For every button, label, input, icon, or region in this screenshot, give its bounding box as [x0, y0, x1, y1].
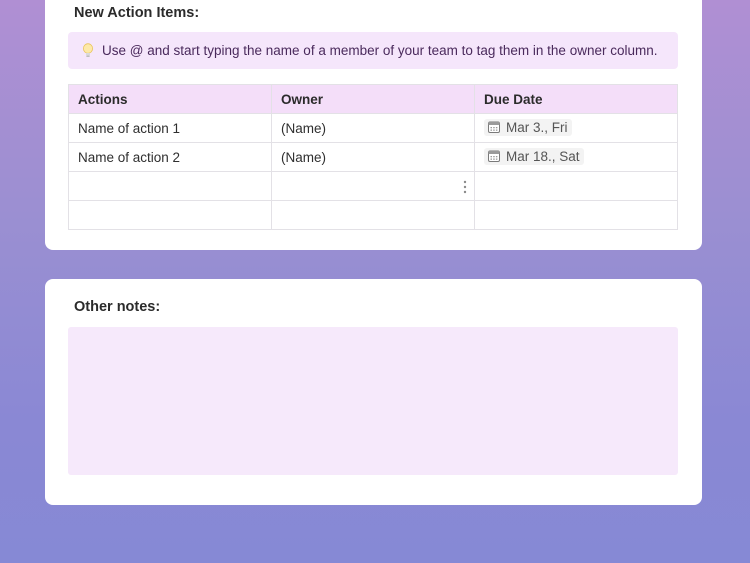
table-row	[68, 200, 678, 230]
table-header-row: Actions Owner Due Date	[68, 84, 678, 114]
action-cell[interactable]: Name of action 1	[68, 113, 272, 143]
action-cell[interactable]	[68, 171, 272, 201]
callout-text: Use @ and start typing the name of a mem…	[102, 43, 658, 58]
column-header-owner[interactable]: Owner	[271, 84, 475, 114]
date-chip[interactable]: Mar 3., Fri	[484, 118, 572, 136]
tip-callout[interactable]: Use @ and start typing the name of a mem…	[68, 32, 678, 69]
lightbulb-icon	[82, 42, 94, 59]
owner-cell[interactable]: (Name)	[271, 113, 475, 143]
other-notes-heading: Other notes:	[74, 299, 161, 315]
column-header-actions[interactable]: Actions	[68, 84, 272, 114]
action-items-card: New Action Items: Use @ and start typing…	[45, 0, 702, 250]
due-date-cell[interactable]	[463, 171, 678, 201]
owner-cell[interactable]: (Name)	[271, 142, 475, 172]
action-items-table: Actions Owner Due Date Name of action 1 …	[68, 84, 678, 230]
calendar-icon	[487, 120, 501, 134]
table-row	[68, 171, 678, 201]
date-text: Mar 18., Sat	[506, 148, 580, 164]
notes-text-area[interactable]	[68, 327, 678, 475]
date-chip[interactable]: Mar 18., Sat	[484, 147, 584, 165]
action-cell[interactable]: Name of action 2	[68, 142, 272, 172]
due-date-cell[interactable]: Mar 3., Fri	[474, 113, 678, 143]
due-date-cell[interactable]: Mar 18., Sat	[474, 142, 678, 172]
owner-cell[interactable]	[271, 200, 475, 230]
due-date-cell[interactable]	[474, 200, 678, 230]
owner-cell[interactable]	[271, 171, 475, 201]
other-notes-card: Other notes:	[45, 279, 702, 505]
date-text: Mar 3., Fri	[506, 119, 568, 135]
table-row: Name of action 1 (Name) Mar 3., Fri	[68, 113, 678, 143]
action-items-heading: New Action Items:	[74, 5, 200, 21]
action-cell[interactable]	[68, 200, 272, 230]
drag-handle-icon[interactable]	[462, 179, 468, 195]
column-header-due-date[interactable]: Due Date	[474, 84, 678, 114]
calendar-icon	[487, 149, 501, 163]
table-row: Name of action 2 (Name) Mar 18., Sat	[68, 142, 678, 172]
